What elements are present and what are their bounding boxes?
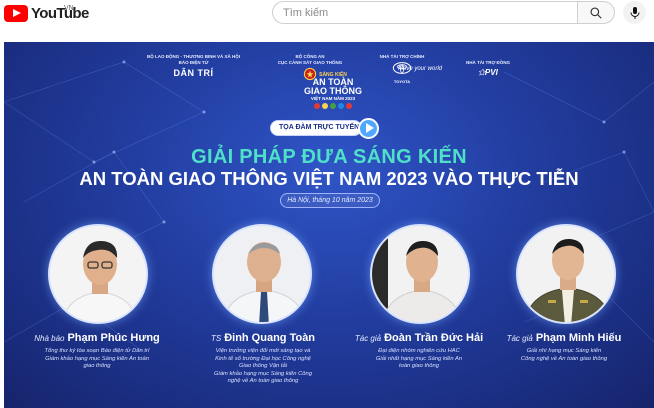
speaker-2-desc: Viện trưởng viện đổi mới sáng tạo và Kin… bbox=[214, 348, 312, 384]
search-icon bbox=[590, 6, 602, 19]
speaker-3-role: Tác giả bbox=[354, 334, 382, 343]
sponsor-caption: NHÀ TÀI TRỢ CHÍNH bbox=[379, 54, 425, 59]
online-talk-pill: TỌA ĐÀM TRỰC TUYẾN bbox=[270, 120, 362, 136]
speaker-4-name: Tác giả Phạm Minh Hiếu bbox=[494, 332, 634, 344]
speaker-1-portrait bbox=[48, 224, 148, 324]
toyota-brand: TOYOTA bbox=[393, 79, 411, 84]
banner-title-line1: GIẢI PHÁP ĐƯA SÁNG KIẾN bbox=[191, 146, 467, 168]
speaker-2-portrait-image bbox=[214, 226, 310, 322]
event-logo-line2: GIAO THÔNG bbox=[304, 86, 362, 96]
pvi-star-icon: ✩ bbox=[478, 68, 485, 77]
speaker-2-name: TS Đinh Quang Toàn bbox=[188, 332, 338, 344]
dantri-logo: DÂN TRÍ bbox=[173, 68, 214, 78]
speaker-3-name: Tác giả Đoàn Trần Đức Hải bbox=[344, 332, 494, 344]
speaker-4-desc: Giải nhì hạng mục Sáng kiến Công nghệ về… bbox=[520, 348, 608, 362]
pvi-brand: PVI bbox=[484, 68, 498, 77]
speaker-1-fullname: Phạm Phúc Hưng bbox=[67, 332, 160, 344]
search-input[interactable] bbox=[272, 1, 578, 24]
event-date: Hà Nội, tháng 10 năm 2023 bbox=[280, 193, 380, 208]
speaker-1-role: Nhà báo bbox=[34, 334, 65, 343]
speaker-3-portrait bbox=[370, 224, 470, 324]
speaker-3-portrait-image bbox=[372, 226, 468, 322]
speaker-1-portrait-image bbox=[50, 226, 146, 322]
pvi-logo: ✩PVI bbox=[448, 68, 528, 77]
traffic-sign-icons bbox=[298, 103, 368, 109]
sponsor-pvi: NHÀ TÀI TRỢ ĐỒNG ✩PVI bbox=[448, 60, 528, 77]
youtube-header: YouTube VN bbox=[0, 0, 654, 34]
youtube-play-logo-icon bbox=[4, 4, 28, 22]
speaker-4-portrait bbox=[516, 224, 616, 324]
speaker-3-fullname: Đoàn Trần Đức Hải bbox=[384, 332, 484, 344]
sponsor-caption: BỘ LAO ĐỘNG - THƯƠNG BINH VÀ XÃ HỘI BÁO … bbox=[146, 54, 241, 65]
banner-title-line2: AN TOÀN GIAO THÔNG VIỆT NAM 2023 VÀO THỰ… bbox=[79, 168, 579, 189]
search-bar bbox=[272, 1, 615, 24]
sponsor-caption: BỘ CÔNG AN CỤC CẢNH SÁT GIAO THÔNG bbox=[277, 54, 343, 65]
speaker-4-role: Tác giả bbox=[506, 334, 533, 343]
search-button[interactable] bbox=[577, 1, 615, 24]
voice-search-button[interactable] bbox=[623, 1, 646, 24]
youtube-logo[interactable]: YouTube VN bbox=[4, 4, 89, 22]
speaker-2-fullname: Đinh Quang Toàn bbox=[224, 332, 316, 344]
speaker-4-fullname: Phạm Minh Hiếu bbox=[535, 332, 622, 344]
speaker-2-portrait bbox=[212, 224, 312, 324]
toyota-slogan: Move your world bbox=[398, 66, 443, 72]
speaker-3-desc: Đại diện nhóm nghiên cứu HAC Giải nhất h… bbox=[375, 348, 463, 369]
play-circle-icon bbox=[358, 118, 379, 139]
sponsor-caption: NHÀ TÀI TRỢ ĐỒNG bbox=[465, 60, 511, 65]
country-code: VN bbox=[64, 5, 74, 12]
logo-text: YouTube bbox=[31, 4, 89, 22]
speaker-4-portrait-image bbox=[518, 226, 614, 322]
speaker-1-desc: Tổng thư ký tòa soạn Báo điện tử Dân trí… bbox=[44, 348, 150, 369]
video-player[interactable]: BỘ LAO ĐỘNG - THƯƠNG BINH VÀ XÃ HỘI BÁO … bbox=[4, 42, 654, 408]
event-logo-line3: VIỆT NAM NĂM 2023 bbox=[310, 96, 356, 101]
microphone-icon bbox=[630, 6, 639, 19]
sponsor-dantri: BỘ LAO ĐỘNG - THƯƠNG BINH VÀ XÃ HỘI BÁO … bbox=[146, 54, 241, 78]
speaker-2-role: TS bbox=[210, 334, 222, 343]
speaker-1-name: Nhà báo Phạm Phúc Hưng bbox=[22, 332, 172, 344]
